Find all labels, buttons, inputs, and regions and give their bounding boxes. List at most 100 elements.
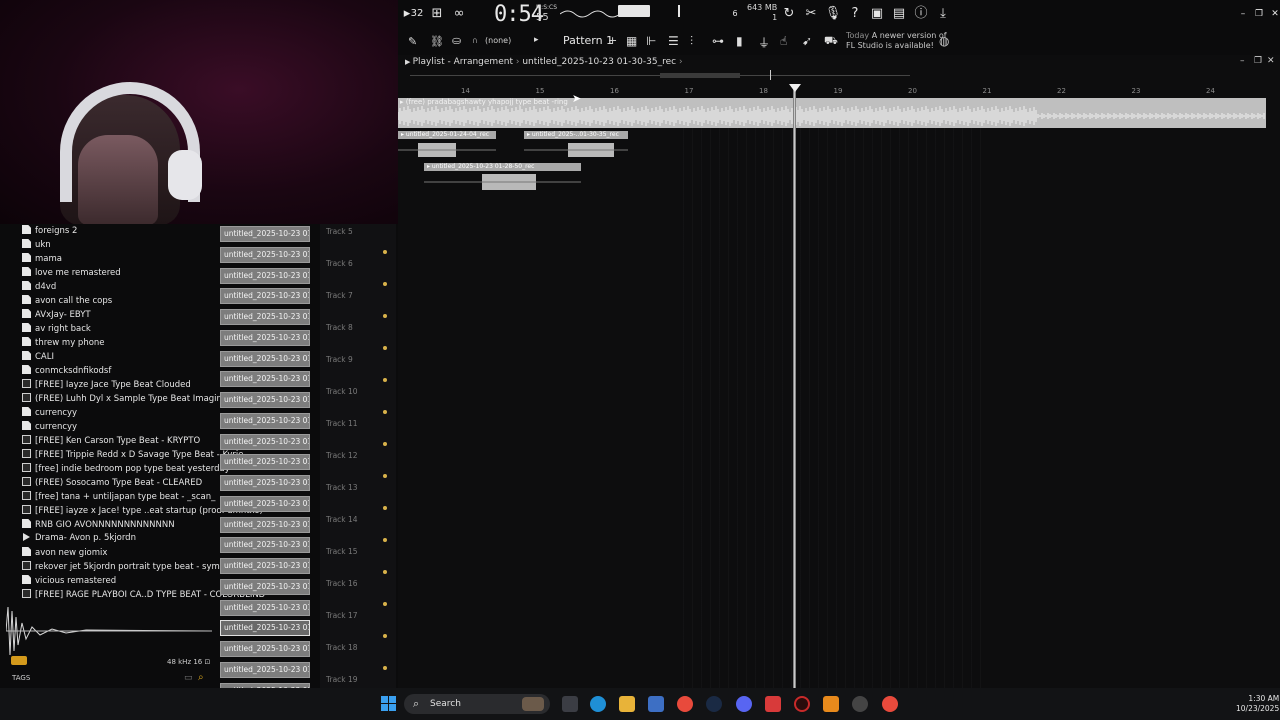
playhead[interactable] [793,86,796,688]
browser-item[interactable]: CALI [22,351,54,362]
clip-header-2[interactable]: ▸ untitled_2025-..01-30-35_rec [524,131,628,139]
clip-header-3[interactable]: ▸ untitled_2025-10-23 01-28-50_rec [424,163,581,171]
settings-icon[interactable] [852,696,868,712]
preview-play-button[interactable] [11,656,27,665]
channel-button[interactable]: untitled_2025-10-23 01-.. [220,495,310,512]
channel-button[interactable]: untitled_2025-10-23 01-.. [220,371,310,388]
mixer-blocks-icon[interactable]: ⊞ [428,5,446,23]
pattern-arrow-icon[interactable]: ▸ [534,35,539,45]
track-label[interactable]: Track 15 [326,547,358,556]
playlist-icon[interactable]: ▦ [626,34,637,48]
plugin-picker-icon[interactable]: ⏚ [758,34,770,51]
channel-button[interactable]: untitled_2025-10-23 01-.. [220,412,310,429]
track-label[interactable]: Track 6 [326,259,353,268]
track-mute-led[interactable] [383,474,387,478]
edge-icon[interactable] [590,696,606,712]
browser-item[interactable]: [FREE] Trippie Redd x D Savage Type Beat… [22,449,244,460]
channel-button[interactable]: untitled_2025-10-23 01-.. [220,309,310,325]
task-view-icon[interactable] [562,696,578,712]
undo-icon[interactable]: ↻ [780,5,798,23]
channel-button[interactable]: untitled_2025-10-23 01-.. [220,537,310,554]
microphone-icon[interactable]: 🎙 [824,5,842,23]
browser-icon[interactable]: ⊶ [712,34,724,48]
track-mute-led[interactable] [383,538,387,542]
pattern-selector[interactable]: Pattern 1 [563,34,613,47]
file-icon[interactable]: ▮ [736,34,743,48]
channel-button[interactable]: untitled_2025-10-23 01-.. [220,226,310,242]
browser-item[interactable]: threw my phone [22,337,105,348]
channel-button[interactable]: untitled_2025-10-23 01-.. [220,620,310,637]
cart-icon[interactable]: ⛟ [824,34,838,49]
browser-item[interactable]: vicious remastered [22,575,116,586]
track-label[interactable]: Track 17 [326,611,358,620]
add-pattern-icon[interactable]: + [608,34,617,47]
breadcrumb-root[interactable]: Playlist - Arrangement [413,57,513,67]
track-mute-led[interactable] [383,314,387,318]
link-icon[interactable]: ⛓ [430,35,444,48]
tags-label[interactable]: TAGS [12,674,30,682]
browser-item[interactable]: AVxJay- EBYT [22,309,91,320]
browser-item[interactable]: (FREE) Luhh Dyl x Sample Type Beat Imagi… [22,393,227,404]
breadcrumb-file[interactable]: untitled_2025-10-23 01-30-35_rec [522,57,676,67]
save-icon[interactable]: ▣ [868,5,886,23]
horizontal-scrollbar[interactable] [410,70,910,80]
download-icon[interactable]: ⤓ [934,5,952,23]
magnet-icon[interactable]: ∩ [472,36,478,45]
browser-item[interactable]: Drama- Avon p. 5kjordn [22,533,136,543]
track-label[interactable]: Track 11 [326,419,358,428]
track-mute-led[interactable] [383,378,387,382]
touch-icon[interactable]: ☝ [780,34,787,48]
track-label[interactable]: Track 19 [326,675,358,684]
chrome-2-icon[interactable] [882,696,898,712]
browser-item[interactable]: avon new giomix [22,547,107,558]
track-label[interactable]: Track 9 [326,355,353,364]
browser-item[interactable]: avon call the cops [22,295,112,306]
channel-button[interactable]: untitled_2025-10-23 01-.. [220,267,310,284]
browser-item[interactable]: [FREE] Ken Carson Type Beat - KRYPTO [22,435,200,446]
track-mute-led[interactable] [383,570,387,574]
channel-button[interactable]: untitled_2025-10-23 01-.. [220,661,310,678]
globe-icon[interactable]: ◍ [939,34,949,48]
tempo-icon[interactable]: 32 [406,5,428,23]
browser-item[interactable]: ukn [22,239,51,250]
channel-button[interactable]: untitled_2025-10-23 01-.. [220,454,310,471]
search-icon[interactable]: ⌕ [198,672,204,683]
track-label[interactable]: Track 13 [326,483,358,492]
channel-button[interactable]: untitled_2025-10-23 01-.. [220,392,310,408]
browser-item[interactable]: mama [22,253,62,264]
channel-button[interactable]: untitled_2025-10-23 01-.. [220,350,310,367]
track-mute-led[interactable] [383,346,387,350]
news-panel[interactable]: Today A newer version of FL Studio is av… [846,31,947,51]
mixer-icon[interactable]: ⫶ [690,34,693,49]
browser-item[interactable]: (FREE) Sosocamo Type Beat - CLEARED [22,477,202,488]
channel-button[interactable]: untitled_2025-10-23 01-.. [220,578,310,595]
channel-button[interactable]: untitled_2025-10-23 01-.. [220,641,310,657]
track-label[interactable]: Track 18 [326,643,358,652]
channel-button[interactable]: untitled_2025-10-23 01-.. [220,246,310,263]
cut-icon[interactable]: ✂ [802,5,820,23]
track-mute-led[interactable] [383,506,387,510]
playlist-minimize-icon[interactable]: – [1240,56,1245,66]
playlist-restore-icon[interactable]: ❐ [1254,56,1262,66]
loop-icon[interactable]: ∞ [450,5,468,23]
browser-item[interactable]: currencyy [22,421,77,432]
system-clock[interactable]: 1:30 AM 10/23/2025 [1236,694,1279,714]
track-mute-led[interactable] [383,634,387,638]
track-mute-led[interactable] [383,410,387,414]
browser-item[interactable]: [free] indie bedroom pop type beat yeste… [22,463,230,474]
track-label[interactable]: Track 14 [326,515,358,524]
playhead-marker[interactable] [789,84,801,92]
channel-button[interactable]: untitled_2025-10-23 01-.. [220,433,310,450]
chrome-icon[interactable] [677,696,693,712]
track-label[interactable]: Track 7 [326,291,353,300]
track-mute-led[interactable] [383,250,387,254]
browser-item[interactable]: [FREE] Iayze Jace Type Beat Clouded [22,379,191,390]
bird-icon[interactable]: ➹ [802,34,812,48]
channel-button[interactable]: untitled_2025-10-23 01-.. [220,516,310,533]
app-red-icon[interactable] [765,696,781,712]
browser-item[interactable]: love me remastered [22,267,121,278]
steam-icon[interactable] [706,696,722,712]
clip-header-1[interactable]: ▸ untitled_2025-01-24-04_rec [398,131,496,139]
discord-icon[interactable] [736,696,752,712]
fl-studio-icon[interactable] [823,696,839,712]
